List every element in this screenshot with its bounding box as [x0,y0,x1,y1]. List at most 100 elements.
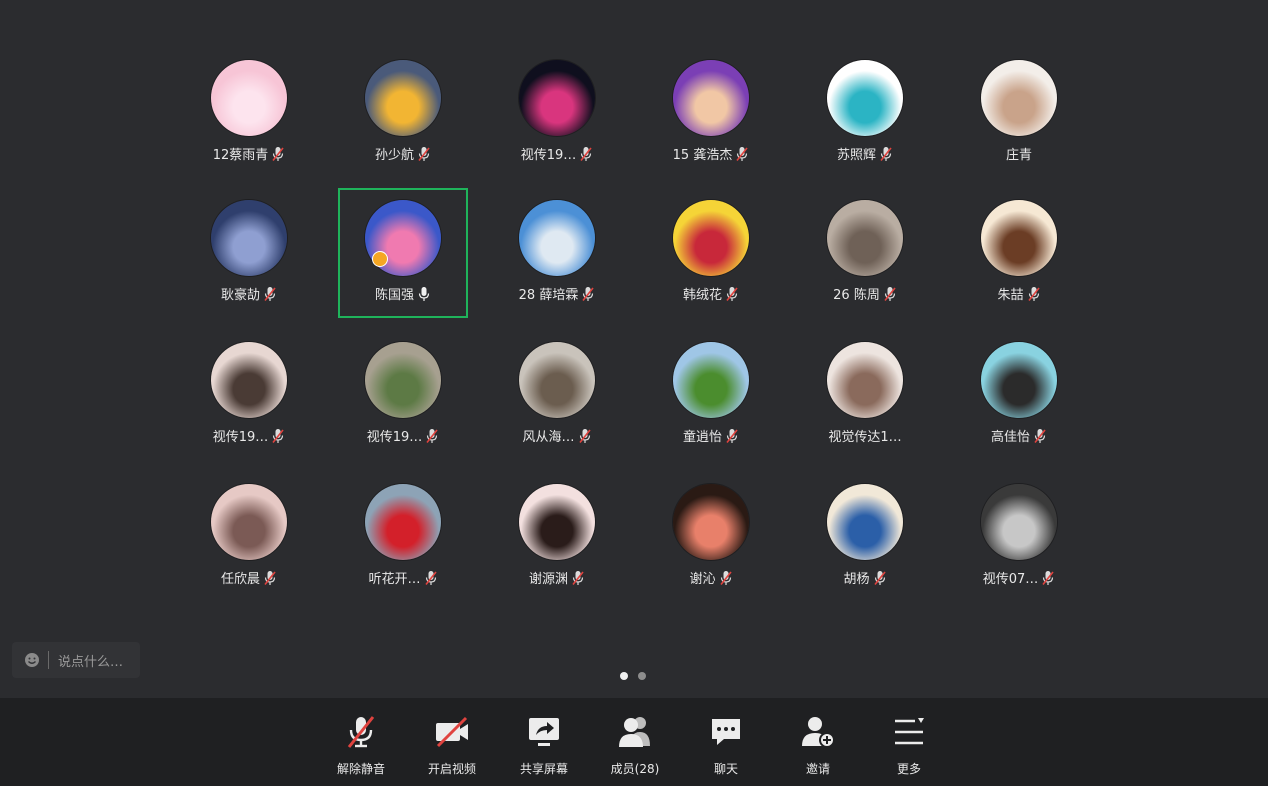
participant-avatar [981,60,1057,136]
mic-muted-icon [578,428,591,443]
participant-tile[interactable]: 童逍怡 [646,332,776,462]
host-badge-icon [372,251,388,267]
invite-button[interactable]: 邀请 [776,712,860,777]
participant-tile[interactable]: 听花开… [338,474,468,604]
participant-name: 28 薛培霖 [518,288,579,303]
mic-muted-icon [1027,286,1040,301]
participant-name: 耿豪劼 [220,288,260,303]
participant-name: 朱喆 [997,288,1024,303]
page-dot-2[interactable] [638,672,646,680]
unmute-button[interactable]: 解除静音 [319,712,403,777]
video-off-icon [436,716,468,748]
participant-tile[interactable]: 视传07… [954,474,1084,604]
participant-avatar [981,342,1057,418]
more-button[interactable]: 更多 [867,712,951,777]
mic-muted-icon [264,570,276,585]
participant-avatar [211,342,287,418]
mic-muted-icon [1034,428,1046,443]
participant-avatar [365,342,441,418]
participant-name: 风从海… [522,430,575,445]
chat-button[interactable]: 聊天 [684,712,768,777]
emoji-icon[interactable] [24,652,40,668]
participant-tile[interactable]: 胡杨 [800,474,930,604]
participant-tile[interactable]: 孙少航 [338,50,468,180]
participant-tile[interactable]: 耿豪劼 [184,190,314,320]
mic-muted-icon [424,570,437,585]
participant-tile[interactable]: 任欣晨 [184,474,314,604]
participant-avatar [673,60,749,136]
participant-name-row: 苏照辉 [837,144,893,163]
participant-grid: 12蔡雨青 孙少航 视传19… 15 龚浩杰 苏照辉 庄青 耿豪劼 陈国强 28 薛培霖 韩绒花 2… [0,0,1268,600]
participant-avatar [365,60,441,136]
participant-name-row: 谢源渊 [529,568,585,587]
comment-input[interactable]: 说点什么… [12,642,140,678]
participant-name: 庄青 [1005,148,1032,163]
mic-muted-icon [572,570,584,585]
participant-tile[interactable]: 高佳怡 [954,332,1084,462]
participant-name: 26 陈周 [833,288,880,303]
participant-name: 陈国强 [374,288,414,303]
participant-avatar [519,484,595,560]
participant-name: 15 龚浩杰 [672,148,733,163]
participant-tile[interactable]: 26 陈周 [800,190,930,320]
participant-avatar [827,200,903,276]
microphone-muted-icon [347,716,375,748]
participant-name: 视传19… [212,430,269,445]
participant-tile[interactable]: 庄青 [954,50,1084,180]
page-indicator[interactable] [620,672,646,680]
mic-muted-icon [264,286,276,301]
members-button[interactable]: 成员(28) [593,712,677,777]
participant-name-row: 朱喆 [997,284,1040,303]
participant-name: 胡杨 [843,572,870,587]
start-video-button[interactable]: 开启视频 [410,712,494,777]
participant-avatar [673,200,749,276]
start-video-label: 开启视频 [427,762,476,776]
mic-muted-icon [1042,570,1054,585]
participant-name-row: 耿豪劼 [221,284,277,303]
participant-tile[interactable]: 视传19… [184,332,314,462]
participant-name: 听花开… [368,572,421,587]
mic-muted-icon [873,570,886,585]
participant-tile[interactable]: 韩绒花 [646,190,776,320]
participant-name: 谢源渊 [528,572,568,587]
participant-tile[interactable]: 12蔡雨青 [184,50,314,180]
participant-name-row: 15 龚浩杰 [673,144,750,163]
mic-muted-icon [418,146,430,161]
participant-tile[interactable]: 28 薛培霖 [492,190,622,320]
mic-muted-icon [272,428,284,443]
participant-tile[interactable]: 苏照辉 [800,50,930,180]
participant-name-row: 听花开… [368,568,437,587]
participant-name-row: 26 陈周 [833,284,897,303]
members-icon [619,717,650,747]
participant-name-row: 童逍怡 [683,426,739,445]
participant-avatar [673,484,749,560]
page-dot-1[interactable] [620,672,628,680]
participant-tile[interactable]: 风从海… [492,332,622,462]
participant-name-row: 孙少航 [375,144,431,163]
participant-tile[interactable]: 视传19… [492,50,622,180]
participant-tile[interactable]: 谢沁 [646,474,776,604]
mic-muted-icon [580,146,592,161]
participant-name-row: 28 薛培霖 [519,284,596,303]
participant-tile[interactable]: 陈国强 [338,188,468,318]
participant-name-row: 庄青 [1006,144,1032,163]
unmute-label: 解除静音 [336,762,385,776]
participant-name: 视觉传达1… [828,430,902,445]
participant-tile[interactable]: 朱喆 [954,190,1084,320]
participant-avatar [519,60,595,136]
participant-tile[interactable]: 15 龚浩杰 [646,50,776,180]
participant-avatar [981,484,1057,560]
participant-name: 12蔡雨青 [212,148,269,163]
participant-tile[interactable]: 视传19… [338,332,468,462]
participant-tile[interactable]: 视觉传达1… [800,332,930,462]
participant-name-row: 视传19… [213,426,286,445]
participant-avatar [827,484,903,560]
share-screen-button[interactable]: 共享屏幕 [502,712,586,777]
participant-name-row: 视传19… [367,426,440,445]
participant-name: 任欣晨 [220,572,260,587]
participant-avatar [211,60,287,136]
participant-name-row: 高佳怡 [991,426,1047,445]
comment-placeholder[interactable]: 说点什么… [58,651,123,670]
participant-name: 谢沁 [689,572,716,587]
participant-tile[interactable]: 谢源渊 [492,474,622,604]
